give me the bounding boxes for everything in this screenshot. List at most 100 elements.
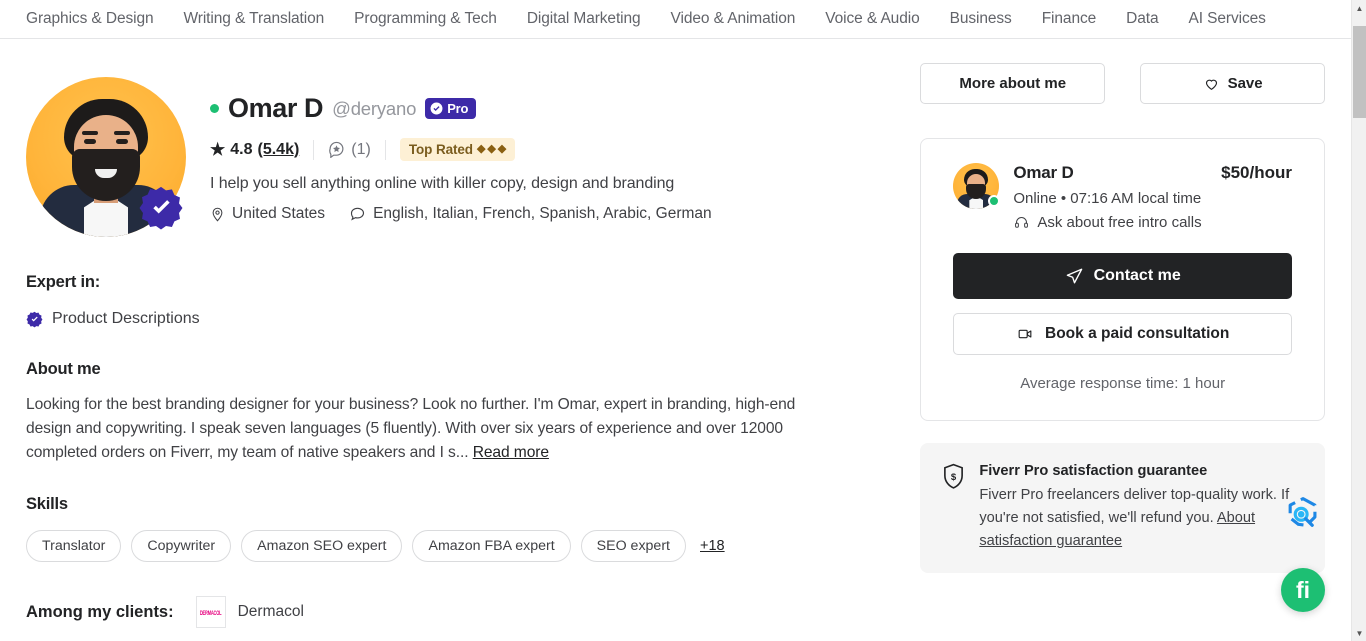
pro-check-icon: [430, 102, 443, 115]
skill-chip[interactable]: Translator: [26, 530, 122, 562]
verified-pro-icon: [139, 186, 183, 230]
book-consultation-button[interactable]: Book a paid consultation: [953, 313, 1292, 355]
rating-count[interactable]: (5.4k): [258, 141, 300, 159]
client-name: Dermacol: [237, 603, 304, 620]
scroll-down-arrow[interactable]: ▼: [1352, 625, 1366, 641]
seller-languages: English, Italian, French, Spanish, Arabi…: [373, 205, 712, 222]
divider: [313, 139, 315, 160]
verified-badge-icon: [26, 311, 43, 327]
satisfaction-guarantee-card: $ Fiverr Pro satisfaction guarantee Five…: [920, 443, 1325, 573]
expert-in-label: Product Descriptions: [52, 310, 200, 327]
scroll-up-arrow[interactable]: ▲: [1352, 0, 1366, 16]
skills-more-link[interactable]: +18: [700, 538, 725, 554]
contact-card-avatar[interactable]: [953, 163, 1001, 209]
contact-card: Omar D $50/hour Online • 07:16 AM local …: [920, 138, 1325, 421]
online-status-dot: [988, 195, 1001, 207]
headset-icon: [1015, 217, 1029, 228]
expert-in-title: Expert in:: [26, 273, 101, 291]
expert-in-section: Expert in: Product Descriptions: [26, 273, 870, 328]
avatar[interactable]: [26, 77, 186, 237]
skills-section: Skills Translator Copywriter Amazon SEO …: [26, 495, 870, 562]
consultations-block: (1): [328, 141, 371, 159]
star-icon: ★: [210, 140, 226, 159]
seller-location: United States: [232, 205, 326, 222]
about-me-body: Looking for the best branding designer f…: [26, 393, 826, 465]
profile-sidebar: More about me Save Omar D $50/hour Onlin…: [870, 39, 1326, 641]
more-about-me-label: More about me: [959, 75, 1067, 92]
nav-item-writing-translation[interactable]: Writing & Translation: [184, 10, 325, 28]
contact-card-status: Online • 07:16 AM local time: [1013, 190, 1202, 207]
nav-item-video-animation[interactable]: Video & Animation: [671, 10, 796, 28]
clients-section: Among my clients: DERMACOL Dermacol: [26, 596, 870, 628]
video-camera-icon: [1018, 329, 1032, 339]
save-button[interactable]: Save: [1140, 63, 1326, 104]
contact-card-name-row: Omar D $50/hour: [1013, 163, 1292, 183]
seller-meta-row: United States English, Italian, French, …: [210, 205, 870, 223]
location-pin-icon: [212, 207, 223, 222]
rating-value: 4.8: [230, 140, 253, 158]
svg-text:$: $: [951, 472, 957, 483]
seller-tagline: I help you sell anything online with kil…: [210, 175, 675, 192]
profile-main-column: Omar D @deryano Pro ★ 4.8 (5.4k) (1) Top…: [26, 39, 870, 641]
save-label: Save: [1227, 75, 1263, 92]
search-hexagon-icon: [1288, 497, 1317, 527]
skill-chip[interactable]: Copywriter: [131, 530, 232, 562]
client-logo-text: DERMACOL: [199, 608, 222, 616]
skill-chip[interactable]: Amazon SEO expert: [241, 530, 403, 562]
intro-calls-label: Ask about free intro calls: [1037, 214, 1202, 231]
pro-badge: Pro: [425, 98, 477, 119]
chat-bubble-icon: [350, 207, 365, 221]
page-content: Omar D @deryano Pro ★ 4.8 (5.4k) (1) Top…: [0, 39, 1351, 641]
location-block: United States: [210, 205, 325, 223]
nav-item-finance[interactable]: Finance: [1042, 10, 1097, 28]
category-nav: Graphics & Design Writing & Translation …: [0, 0, 1351, 39]
pro-badge-label: Pro: [447, 101, 469, 116]
top-rated-diamonds: ◆ ◆ ◆: [476, 143, 507, 155]
fiverr-logo-text: fi: [1295, 576, 1311, 603]
nav-item-graphics-design[interactable]: Graphics & Design: [26, 10, 154, 28]
star-bubble-icon: [329, 141, 344, 158]
guarantee-text-wrap: Fiverr Pro freelancers deliver top-quali…: [979, 484, 1303, 553]
sidebar-action-buttons: More about me Save: [920, 63, 1326, 104]
guarantee-title: Fiverr Pro satisfaction guarantee: [979, 463, 1208, 479]
nav-item-programming-tech[interactable]: Programming & Tech: [354, 10, 497, 28]
contact-card-name: Omar D: [1013, 163, 1074, 182]
about-me-title: About me: [26, 360, 101, 378]
languages-block: English, Italian, French, Spanish, Arabi…: [349, 205, 712, 223]
skill-chip[interactable]: SEO expert: [580, 530, 686, 562]
scrollbar-thumb[interactable]: [1353, 26, 1366, 118]
seller-name-row: Omar D @deryano Pro: [210, 93, 870, 124]
heart-icon: [1205, 79, 1217, 90]
top-rated-label: Top Rated: [408, 142, 473, 157]
guarantee-body: Fiverr Pro satisfaction guarantee Fiverr…: [979, 463, 1303, 553]
page-scrollbar[interactable]: ▲ ▼: [1351, 0, 1366, 641]
skills-title: Skills: [26, 495, 68, 513]
intro-calls-row: Ask about free intro calls: [1013, 214, 1292, 231]
nav-item-voice-audio[interactable]: Voice & Audio: [825, 10, 919, 28]
seller-handle: @deryano: [332, 97, 417, 119]
fiverr-help-button[interactable]: fi: [1281, 568, 1325, 612]
nav-item-business[interactable]: Business: [950, 10, 1012, 28]
more-about-me-button[interactable]: More about me: [920, 63, 1106, 104]
nav-item-ai-services[interactable]: AI Services: [1188, 10, 1265, 28]
skill-chip[interactable]: Amazon FBA expert: [412, 530, 571, 562]
seller-header: Omar D @deryano Pro ★ 4.8 (5.4k) (1) Top…: [26, 77, 870, 237]
profile-page: Graphics & Design Writing & Translation …: [0, 0, 1366, 641]
search-widget-button[interactable]: [1281, 495, 1325, 539]
online-status-dot: [210, 104, 219, 113]
contact-card-header: Omar D $50/hour Online • 07:16 AM local …: [953, 163, 1292, 231]
contact-me-label: Contact me: [1093, 267, 1181, 284]
client-item[interactable]: DERMACOL Dermacol: [195, 596, 304, 628]
about-me-text: Looking for the best branding designer f…: [26, 396, 796, 461]
average-response-time: Average response time: 1 hour: [1020, 375, 1226, 392]
contact-me-button[interactable]: Contact me: [953, 253, 1292, 299]
read-more-link[interactable]: Read more: [473, 444, 549, 461]
consultations-count: (1): [351, 140, 371, 158]
divider: [384, 139, 386, 160]
nav-item-digital-marketing[interactable]: Digital Marketing: [527, 10, 641, 28]
contact-card-info: Omar D $50/hour Online • 07:16 AM local …: [1013, 163, 1292, 231]
nav-item-data[interactable]: Data: [1126, 10, 1158, 28]
contact-card-price: $50/hour: [1221, 163, 1292, 182]
clients-label: Among my clients:: [26, 602, 174, 621]
expert-in-item: Product Descriptions: [26, 310, 870, 328]
